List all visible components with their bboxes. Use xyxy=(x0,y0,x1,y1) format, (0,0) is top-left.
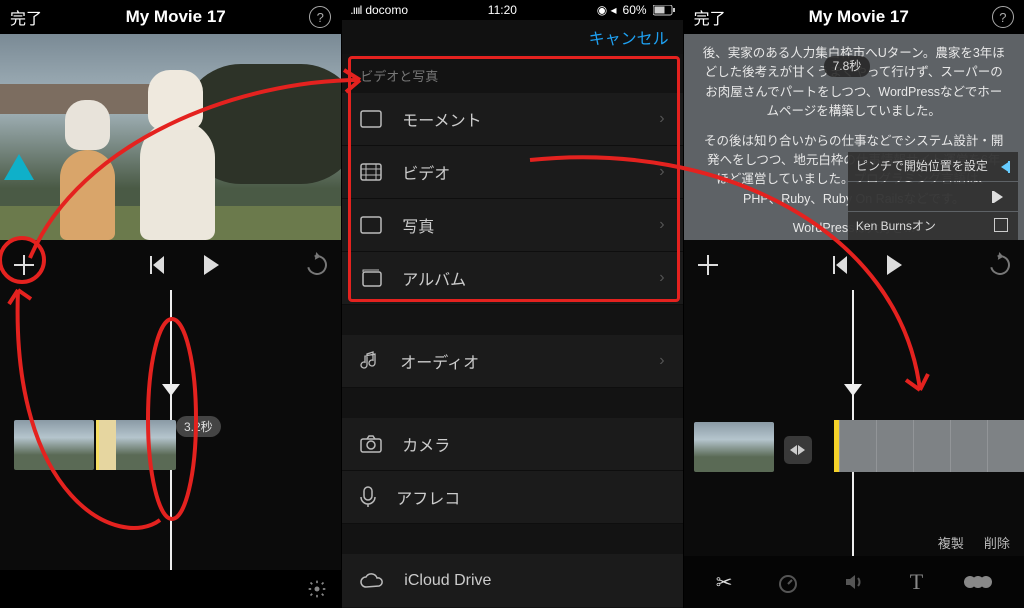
picker-header: キャンセル xyxy=(342,20,682,54)
help-icon[interactable]: ? xyxy=(309,6,331,28)
clip[interactable] xyxy=(96,420,176,470)
prev-frame-button[interactable] xyxy=(836,256,847,274)
header-bar: 完了 My Movie 17 ? xyxy=(0,0,341,34)
undo-button[interactable] xyxy=(986,251,1013,278)
section-label: ビデオと写真 xyxy=(342,54,682,93)
row-albums[interactable]: アルバム › xyxy=(342,252,682,305)
undo-button[interactable] xyxy=(304,251,331,278)
add-media-button[interactable] xyxy=(14,255,34,275)
status-bar: .ıııl docomo 11:20 ◉ ◂ 60% xyxy=(342,0,682,20)
row-label: ピンチで開始位置を設定 xyxy=(856,157,988,176)
pinch-end-row[interactable] xyxy=(848,182,1018,211)
delete-button[interactable]: 削除 xyxy=(984,533,1010,552)
location-icon: ◉ ◂ xyxy=(597,3,617,17)
ken-burns-popup: ピンチで開始位置を設定 Ken Burnsオン xyxy=(848,152,1018,240)
video-preview[interactable] xyxy=(0,34,341,240)
settings-icon[interactable] xyxy=(307,579,327,599)
prev-frame-button[interactable] xyxy=(153,256,164,274)
chevron-right-icon: › xyxy=(659,110,664,128)
duplicate-button[interactable]: 複製 xyxy=(938,533,964,552)
ken-burns-toggle[interactable]: Ken Burnsオン xyxy=(848,212,1018,240)
chevron-right-icon: › xyxy=(659,352,664,370)
speed-icon[interactable] xyxy=(777,571,799,593)
play-button[interactable] xyxy=(204,255,219,275)
capture-list: カメラ アフレコ xyxy=(342,418,682,524)
cancel-button[interactable]: キャンセル xyxy=(589,25,669,49)
photos-icon xyxy=(360,216,382,234)
moments-icon xyxy=(360,110,382,128)
screen-editor-left: 完了 My Movie 17 ? 3.2秒 xyxy=(0,0,341,608)
project-title: My Movie 17 xyxy=(126,7,226,27)
done-button[interactable]: 完了 xyxy=(694,5,726,29)
row-label: モーメント xyxy=(402,107,481,131)
row-label: Ken Burnsオン xyxy=(856,217,936,236)
play-button[interactable] xyxy=(887,255,902,275)
screen-editor-right: 完了 My Movie 17 ? 後、実家のある人力集白枠市へUターン。農家を3… xyxy=(683,0,1024,608)
clock: 11:20 xyxy=(488,3,517,17)
transport-controls xyxy=(0,240,341,290)
chevron-right-icon: › xyxy=(659,163,664,181)
battery-icon xyxy=(653,5,675,16)
text-icon[interactable]: T xyxy=(910,569,923,595)
scissors-icon[interactable]: ✂ xyxy=(716,570,733,595)
row-label: iCloud Drive xyxy=(404,572,491,590)
signal-icon: .ıııl xyxy=(350,3,361,17)
battery-label: 60% xyxy=(623,3,647,17)
row-audio[interactable]: オーディオ › xyxy=(342,335,682,388)
clip-text[interactable] xyxy=(834,420,1024,472)
other-source-list: オーディオ › xyxy=(342,335,682,388)
clip-strip xyxy=(14,420,176,470)
chevron-right-icon: › xyxy=(659,216,664,234)
pinch-start-row[interactable]: ピンチで開始位置を設定 xyxy=(848,152,1018,181)
albums-icon xyxy=(360,269,382,287)
row-moments[interactable]: モーメント › xyxy=(342,93,682,146)
video-preview[interactable]: 後、実家のある人力集白枠市へUターン。農家を3年ほどした後考えが甘くうまくやって… xyxy=(684,34,1024,240)
clip-time-chip: 7.8秒 xyxy=(824,56,871,77)
screen-media-picker: .ıııl docomo 11:20 ◉ ◂ 60% キャンセル ビデオと写真 … xyxy=(341,0,682,608)
done-button[interactable]: 完了 xyxy=(10,5,42,29)
duration-bubble: 3.2秒 xyxy=(176,416,221,437)
add-media-button[interactable] xyxy=(698,255,718,275)
filters-icon[interactable] xyxy=(968,576,992,588)
cloud-list: iCloud Drive xyxy=(342,554,682,607)
audio-icon xyxy=(360,351,380,371)
edit-labels: 複製 削除 xyxy=(938,533,1010,552)
transition-icon[interactable] xyxy=(784,436,812,464)
camera-icon xyxy=(360,435,382,453)
row-label: アフレコ xyxy=(396,485,460,509)
project-title: My Movie 17 xyxy=(809,7,909,27)
header-bar: 完了 My Movie 17 ? xyxy=(684,0,1024,34)
cloud-icon xyxy=(360,573,384,589)
row-icloud[interactable]: iCloud Drive xyxy=(342,554,682,607)
row-voiceover[interactable]: アフレコ xyxy=(342,471,682,524)
mic-icon xyxy=(360,486,376,508)
edit-toolbar: ✂ T xyxy=(684,556,1024,608)
timeline[interactable]: 3.2秒 xyxy=(0,290,341,608)
row-camera[interactable]: カメラ xyxy=(342,418,682,471)
volume-icon[interactable] xyxy=(843,571,865,593)
row-photos[interactable]: 写真 › xyxy=(342,199,682,252)
video-icon xyxy=(360,163,382,181)
row-label: カメラ xyxy=(402,432,450,456)
transport-controls xyxy=(684,240,1024,290)
help-icon[interactable]: ? xyxy=(992,6,1014,28)
clip[interactable] xyxy=(694,422,774,472)
media-source-list: モーメント › ビデオ › 写真 › アルバム › xyxy=(342,93,682,305)
row-label: ビデオ xyxy=(402,160,450,184)
clip[interactable] xyxy=(14,420,94,470)
row-label: 写真 xyxy=(402,213,434,237)
row-video[interactable]: ビデオ › xyxy=(342,146,682,199)
carrier-label: docomo xyxy=(365,3,408,17)
timeline[interactable]: 複製 削除 ✂ T xyxy=(684,290,1024,608)
bottom-bar xyxy=(0,570,341,608)
row-label: アルバム xyxy=(402,266,466,290)
chevron-right-icon: › xyxy=(659,269,664,287)
row-label: オーディオ xyxy=(400,349,479,373)
